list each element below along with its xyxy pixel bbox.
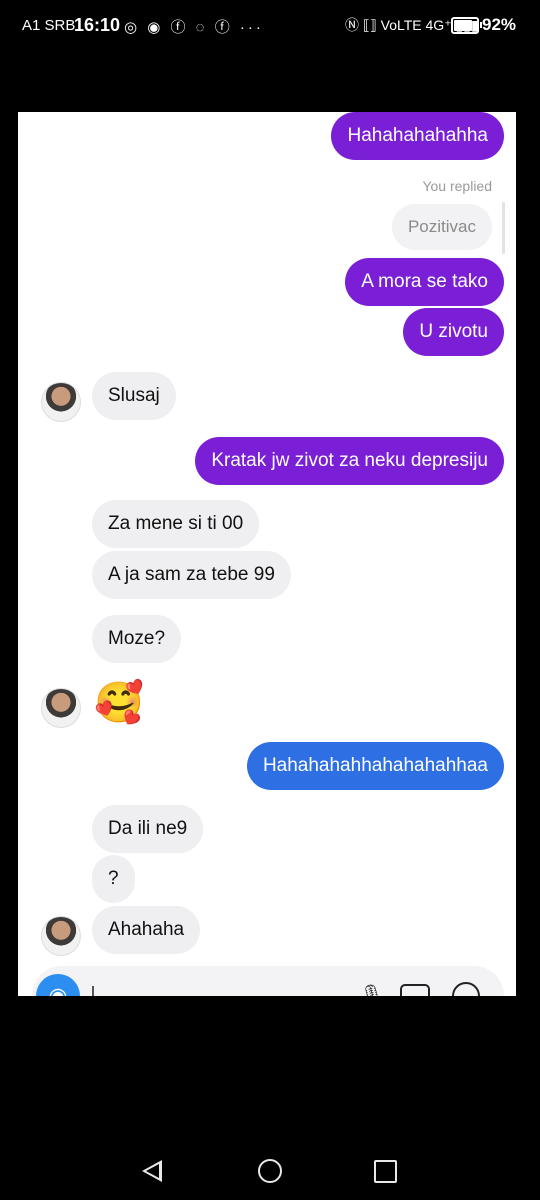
message-sent[interactable]: Hahahahahahha bbox=[331, 112, 504, 160]
contact-avatar[interactable] bbox=[41, 382, 81, 422]
camera-icon[interactable]: ◉ bbox=[36, 974, 80, 996]
recents-icon[interactable] bbox=[374, 1160, 397, 1183]
message-sent[interactable]: A mora se tako bbox=[345, 258, 504, 306]
reply-label: You replied bbox=[422, 178, 492, 194]
back-icon[interactable] bbox=[142, 1160, 162, 1182]
battery-icon bbox=[451, 17, 482, 34]
microphone-icon[interactable]: 🎙 bbox=[360, 984, 383, 996]
contact-avatar[interactable] bbox=[41, 916, 81, 956]
message-received[interactable]: Da ili ne9 bbox=[92, 805, 204, 853]
message-sent[interactable]: Kratak jw zivot za neku depresiju bbox=[195, 437, 504, 485]
navigation-bar bbox=[0, 1140, 540, 1200]
message-received[interactable]: Ahahaha bbox=[92, 906, 201, 954]
message-received[interactable]: ? bbox=[92, 855, 135, 903]
notification-icons: ◎ ◉ ⓕ ◌ ⓕ ··· bbox=[124, 19, 264, 36]
battery-fill bbox=[454, 20, 472, 31]
quote-bar bbox=[502, 202, 505, 254]
message-input[interactable] bbox=[92, 986, 94, 996]
message-composer: ◉ 🎙 bbox=[32, 966, 504, 996]
sticker-icon[interactable] bbox=[452, 982, 480, 996]
carrier-label: A1 SRB bbox=[22, 17, 76, 34]
message-sent[interactable]: Hahahahahhahahahahhaa bbox=[246, 742, 504, 790]
message-received[interactable]: Moze? bbox=[92, 615, 182, 663]
gallery-icon[interactable] bbox=[400, 984, 430, 996]
emoji-message[interactable]: 🥰 bbox=[94, 679, 144, 727]
message-sent[interactable]: U zivotu bbox=[403, 308, 504, 356]
clock: 16:10 bbox=[74, 15, 121, 35]
message-received[interactable]: Slusaj bbox=[92, 372, 176, 420]
quoted-message[interactable]: Pozitivac bbox=[391, 204, 492, 250]
status-bar: A1 SRB 16:10 ◎ ◉ ⓕ ◌ ⓕ ··· Ⓝ ⟦⟧ VoLTE 4G… bbox=[0, 0, 540, 52]
message-received[interactable]: A ja sam za tebe 99 bbox=[92, 551, 291, 599]
battery-percent: 92% bbox=[482, 15, 517, 34]
home-icon[interactable] bbox=[258, 1159, 282, 1183]
chat-panel: Hahahahahahha You replied Pozitivac A mo… bbox=[18, 112, 516, 996]
contact-avatar[interactable] bbox=[41, 688, 81, 728]
message-received[interactable]: Za mene si ti 00 bbox=[92, 500, 260, 548]
